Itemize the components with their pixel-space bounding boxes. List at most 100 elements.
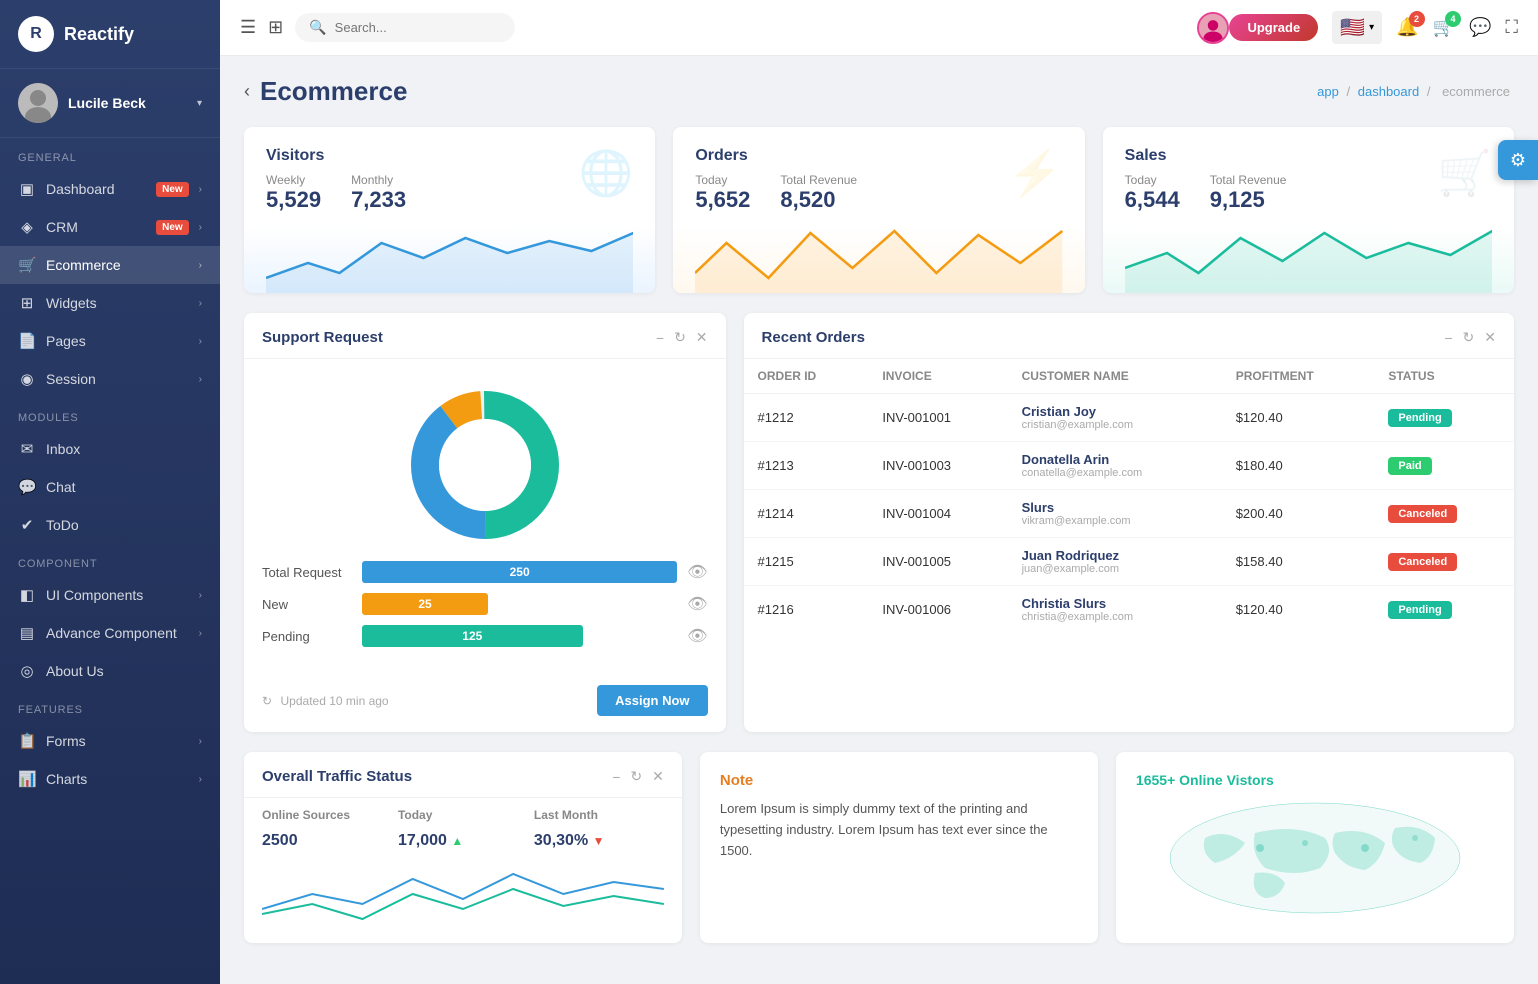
eye-icon[interactable]: 👁 (687, 562, 707, 582)
stat-title-sales: Sales (1125, 147, 1287, 165)
traffic-title: Overall Traffic Status (262, 768, 412, 785)
hamburger-icon[interactable]: ☰ (240, 17, 256, 38)
section-general-label: General (0, 138, 220, 170)
user-profile[interactable]: Lucile Beck ▾ (0, 69, 220, 138)
support-request-card: Support Request − ↻ ✕ (244, 313, 726, 732)
sidebar-item-session[interactable]: ◉ Session › (0, 360, 220, 398)
eye-icon[interactable]: 👁 (687, 594, 707, 614)
sales-chart (1125, 223, 1492, 293)
flag-icon: 🇺🇸 (1340, 15, 1365, 40)
legend-bar: 250 (362, 561, 677, 583)
breadcrumb-app[interactable]: app (1317, 84, 1339, 99)
app-name: Reactify (64, 24, 134, 45)
sidebar-item-charts[interactable]: 📊 Charts › (0, 760, 220, 798)
invoice-cell: INV-001003 (868, 442, 1007, 490)
cart-button[interactable]: 🛒 4 (1433, 17, 1455, 38)
refresh-icon[interactable]: ↻ (674, 329, 686, 346)
cart-count: 4 (1445, 11, 1461, 27)
refresh-icon[interactable]: ↻ (1463, 329, 1475, 346)
refresh-icon[interactable]: ↻ (630, 768, 642, 785)
settings-fab[interactable]: ⚙ (1498, 140, 1538, 180)
minimize-icon[interactable]: − (1444, 330, 1452, 346)
assign-now-button[interactable]: Assign Now (597, 685, 707, 716)
sidebar-item-label: Dashboard (46, 181, 142, 197)
sidebar-item-ui-components[interactable]: ◧ UI Components › (0, 576, 220, 614)
sidebar-item-label: Forms (46, 733, 189, 749)
order-id-cell: #1214 (744, 490, 869, 538)
traffic-actions: − ↻ ✕ (612, 768, 664, 785)
support-title: Support Request (262, 329, 383, 346)
search-input[interactable] (335, 20, 485, 35)
col-profitment: Profitment (1222, 359, 1375, 394)
todo-icon: ✔ (18, 516, 36, 534)
status-badge: Canceled (1388, 553, 1457, 571)
grid-icon[interactable]: ⊞ (268, 17, 283, 38)
sidebar-item-widgets[interactable]: ⊞ Widgets › (0, 284, 220, 322)
ui-components-icon: ◧ (18, 586, 36, 604)
sidebar-item-advance-component[interactable]: ▤ Advance Component › (0, 614, 220, 652)
order-id-cell: #1213 (744, 442, 869, 490)
support-footer: ↻ Updated 10 min ago Assign Now (244, 673, 726, 732)
profit-cell: $120.40 (1222, 394, 1375, 442)
sidebar-item-dashboard[interactable]: ▣ Dashboard New › (0, 170, 220, 208)
section-features-label: Features (0, 690, 220, 722)
sidebar-item-label: Chat (46, 479, 202, 495)
language-selector[interactable]: 🇺🇸 ▾ (1332, 11, 1382, 44)
close-icon[interactable]: ✕ (1484, 329, 1496, 346)
legend-bar: 25 (362, 593, 488, 615)
table-row: #1214 INV-001004 Slurs vikram@example.co… (744, 490, 1514, 538)
traffic-chart-area (244, 864, 682, 939)
back-button[interactable]: ‹ (244, 81, 250, 102)
sidebar: R Reactify Lucile Beck ▾ General ▣ Dashb… (0, 0, 220, 984)
status-cell: Paid (1374, 442, 1514, 490)
chevron-right-icon: › (199, 184, 202, 195)
dashboard-icon: ▣ (18, 180, 36, 198)
sidebar-item-label: Advance Component (46, 625, 189, 641)
sidebar-item-label: Widgets (46, 295, 189, 311)
support-card-body: Total Request 250 👁 New 25 (244, 359, 726, 673)
sidebar-item-about-us[interactable]: ◎ About Us (0, 652, 220, 690)
order-id-cell: #1212 (744, 394, 869, 442)
upgrade-button[interactable]: Upgrade (1229, 14, 1318, 41)
page-title-row: ‹ Ecommerce (244, 76, 407, 107)
sidebar-item-chat[interactable]: 💬 Chat (0, 468, 220, 506)
close-icon[interactable]: ✕ (652, 768, 664, 785)
chevron-down-icon: ▾ (1369, 22, 1374, 33)
refresh-small-icon: ↻ (262, 694, 272, 708)
eye-icon[interactable]: 👁 (687, 626, 707, 646)
visitors-card: 1655+ Online Vistors (1116, 752, 1514, 943)
sidebar-item-pages[interactable]: 📄 Pages › (0, 322, 220, 360)
visitors-chart (266, 223, 633, 293)
stat-weekly: Weekly 5,529 (266, 173, 321, 213)
traffic-last-val: 30,30% ▼ (534, 832, 664, 850)
close-icon[interactable]: ✕ (696, 329, 708, 346)
traffic-cols: Online Sources Today Last Month (244, 798, 682, 828)
sidebar-item-ecommerce[interactable]: 🛒 Ecommerce › (0, 246, 220, 284)
sidebar-item-label: CRM (46, 219, 142, 235)
status-cell: Pending (1374, 586, 1514, 634)
traffic-source-val: 2500 (262, 832, 392, 850)
sidebar-item-crm[interactable]: ◈ CRM New › (0, 208, 220, 246)
breadcrumb-sep2: / (1427, 84, 1431, 99)
messages-icon[interactable]: 💬 (1469, 17, 1491, 38)
recent-orders-card: Recent Orders − ↻ ✕ Order ID Invoice Cus… (744, 313, 1514, 732)
breadcrumb-current: ecommerce (1442, 84, 1510, 99)
traffic-col2-header: Today (398, 808, 528, 822)
sidebar-item-label: UI Components (46, 587, 189, 603)
customer-cell: Christia Slurs christia@example.com (1008, 586, 1222, 634)
inbox-icon: ✉ (18, 440, 36, 458)
traffic-card: Overall Traffic Status − ↻ ✕ Online Sour… (244, 752, 682, 943)
status-badge: Paid (1388, 457, 1431, 475)
sidebar-item-inbox[interactable]: ✉ Inbox (0, 430, 220, 468)
status-badge: Pending (1388, 409, 1451, 427)
fullscreen-icon[interactable]: ⛶ (1505, 17, 1518, 38)
minimize-icon[interactable]: − (612, 769, 620, 785)
note-title: Note (720, 772, 1078, 789)
about-us-icon: ◎ (18, 662, 36, 680)
breadcrumb-dashboard[interactable]: dashboard (1358, 84, 1419, 99)
sidebar-item-forms[interactable]: 📋 Forms › (0, 722, 220, 760)
ecommerce-icon: 🛒 (18, 256, 36, 274)
minimize-icon[interactable]: − (656, 330, 664, 346)
sidebar-item-todo[interactable]: ✔ ToDo (0, 506, 220, 544)
notifications-button[interactable]: 🔔 2 (1396, 17, 1418, 38)
